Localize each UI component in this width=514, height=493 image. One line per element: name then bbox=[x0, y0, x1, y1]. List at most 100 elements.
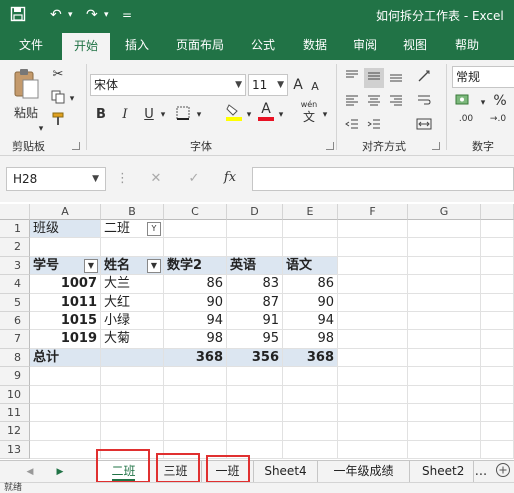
filter-applied-icon[interactable]: Y bbox=[147, 222, 161, 236]
pivot-value[interactable]: 98 bbox=[164, 330, 227, 349]
column-header-h[interactable] bbox=[481, 204, 514, 220]
pivot-value[interactable]: 86 bbox=[283, 275, 338, 294]
row-header[interactable]: 11 bbox=[0, 404, 30, 423]
align-middle-icon[interactable] bbox=[364, 68, 384, 88]
column-header-d[interactable]: D bbox=[227, 204, 283, 220]
pivot-total-label[interactable]: 总计 bbox=[30, 348, 101, 368]
grid-cell[interactable] bbox=[338, 238, 408, 257]
grid-cell[interactable] bbox=[408, 330, 481, 349]
grid-cell[interactable] bbox=[227, 422, 283, 441]
underline-button[interactable]: U bbox=[140, 106, 158, 124]
row-header[interactable]: 12 bbox=[0, 422, 30, 441]
grid-cell[interactable] bbox=[408, 385, 481, 404]
grid-cell[interactable] bbox=[338, 404, 408, 423]
column-header-b[interactable]: B bbox=[101, 204, 164, 220]
pivot-value[interactable]: 83 bbox=[227, 275, 283, 294]
column-header-f[interactable]: F bbox=[338, 204, 408, 220]
fill-color-icon[interactable] bbox=[224, 102, 244, 128]
pivot-value[interactable]: 98 bbox=[283, 330, 338, 349]
bold-button[interactable]: B bbox=[92, 106, 110, 124]
merge-center-icon[interactable] bbox=[414, 116, 434, 136]
grid-cell[interactable] bbox=[481, 275, 514, 294]
grid-cell[interactable] bbox=[30, 422, 101, 441]
pivot-header[interactable]: 数学2 bbox=[164, 256, 227, 276]
grid-cell[interactable] bbox=[338, 312, 408, 331]
row-header[interactable]: 10 bbox=[0, 385, 30, 404]
tab-file[interactable]: 文件 bbox=[6, 30, 56, 60]
grid-cell[interactable] bbox=[481, 312, 514, 331]
undo-icon[interactable]: ↶ bbox=[50, 6, 62, 24]
grid-cell[interactable] bbox=[283, 422, 338, 441]
grid-cell[interactable] bbox=[338, 256, 408, 276]
grid-cell[interactable] bbox=[408, 220, 481, 239]
row-header[interactable]: 4 bbox=[0, 275, 30, 294]
grid-cell[interactable] bbox=[30, 238, 101, 257]
grid-cell[interactable] bbox=[164, 385, 227, 404]
decrease-indent-icon[interactable] bbox=[342, 116, 362, 136]
cut-icon[interactable]: ✂ bbox=[48, 66, 68, 84]
customize-toolbar-icon[interactable]: = bbox=[122, 6, 132, 24]
font-color-dropdown-icon[interactable]: ▾ bbox=[276, 106, 286, 124]
column-header-g[interactable]: G bbox=[408, 204, 481, 220]
pivot-student-name[interactable]: 大菊 bbox=[101, 330, 164, 349]
grid-cell[interactable] bbox=[481, 220, 514, 239]
phonetic-guide-icon[interactable]: wén 文 bbox=[298, 100, 320, 124]
pivot-student-id[interactable]: 1011 bbox=[30, 293, 101, 312]
pivot-value[interactable]: 87 bbox=[227, 293, 283, 312]
grid-cell[interactable] bbox=[408, 404, 481, 423]
pivot-total-value[interactable]: 368 bbox=[164, 348, 227, 368]
align-right-icon[interactable] bbox=[386, 92, 406, 112]
tab-view[interactable]: 视图 bbox=[392, 30, 438, 60]
grid-cell[interactable] bbox=[481, 367, 514, 386]
grid-cell[interactable] bbox=[481, 422, 514, 441]
grid-cell[interactable] bbox=[408, 367, 481, 386]
redo-icon[interactable]: ↷ bbox=[86, 6, 98, 24]
row-header[interactable]: 7 bbox=[0, 330, 30, 349]
name-box[interactable]: H28 ▼ bbox=[6, 167, 106, 191]
pivot-total-value[interactable]: 368 bbox=[283, 348, 338, 368]
grid-cell[interactable] bbox=[338, 422, 408, 441]
tab-insert[interactable]: 插入 bbox=[114, 30, 160, 60]
grid-cell[interactable] bbox=[283, 238, 338, 257]
row-header[interactable]: 5 bbox=[0, 293, 30, 312]
pivot-value[interactable]: 95 bbox=[227, 330, 283, 349]
grid-cell[interactable] bbox=[408, 348, 481, 368]
number-format-select[interactable]: 常规 bbox=[452, 66, 514, 88]
decrease-decimal-icon[interactable]: →.0 bbox=[484, 114, 512, 124]
shrink-font-icon[interactable]: A bbox=[308, 78, 322, 96]
wrap-text-icon[interactable] bbox=[414, 92, 434, 112]
grid-cell[interactable] bbox=[164, 238, 227, 257]
more-sheets-button[interactable]: ... bbox=[474, 463, 488, 481]
pivot-header[interactable]: 英语 bbox=[227, 256, 283, 276]
align-left-icon[interactable] bbox=[342, 92, 362, 112]
format-painter-icon[interactable] bbox=[48, 112, 68, 132]
grid-cell[interactable] bbox=[283, 404, 338, 423]
grid-cell[interactable] bbox=[30, 385, 101, 404]
grid-cell[interactable] bbox=[101, 404, 164, 423]
increase-indent-icon[interactable] bbox=[364, 116, 384, 136]
row-header[interactable]: 2 bbox=[0, 238, 30, 257]
pivot-value[interactable]: 94 bbox=[283, 312, 338, 331]
row-label-filter-icon[interactable]: ▼ bbox=[84, 258, 98, 273]
grid-cell[interactable] bbox=[283, 385, 338, 404]
pivot-total-value[interactable]: 356 bbox=[227, 348, 283, 368]
fill-color-dropdown-icon[interactable]: ▾ bbox=[244, 106, 254, 124]
select-all-corner[interactable] bbox=[0, 204, 30, 220]
grid-cell[interactable] bbox=[338, 367, 408, 386]
grid-cell[interactable] bbox=[408, 312, 481, 331]
pivot-header[interactable]: 语文 bbox=[283, 256, 338, 276]
column-header-e[interactable]: E bbox=[283, 204, 338, 220]
font-launcher-icon[interactable] bbox=[326, 142, 334, 150]
grid-cell[interactable] bbox=[101, 238, 164, 257]
tab-home[interactable]: 开始 bbox=[62, 33, 110, 60]
grid-cell[interactable] bbox=[227, 404, 283, 423]
orientation-icon[interactable] bbox=[414, 68, 434, 88]
grid-cell[interactable] bbox=[283, 440, 338, 460]
grid-cell[interactable] bbox=[164, 367, 227, 386]
underline-dropdown-icon[interactable]: ▾ bbox=[158, 106, 168, 124]
grid-cell[interactable] bbox=[227, 367, 283, 386]
grid-cell[interactable] bbox=[101, 367, 164, 386]
pivot-value[interactable]: 94 bbox=[164, 312, 227, 331]
italic-button[interactable]: I bbox=[116, 106, 134, 124]
grid-cell[interactable] bbox=[481, 330, 514, 349]
